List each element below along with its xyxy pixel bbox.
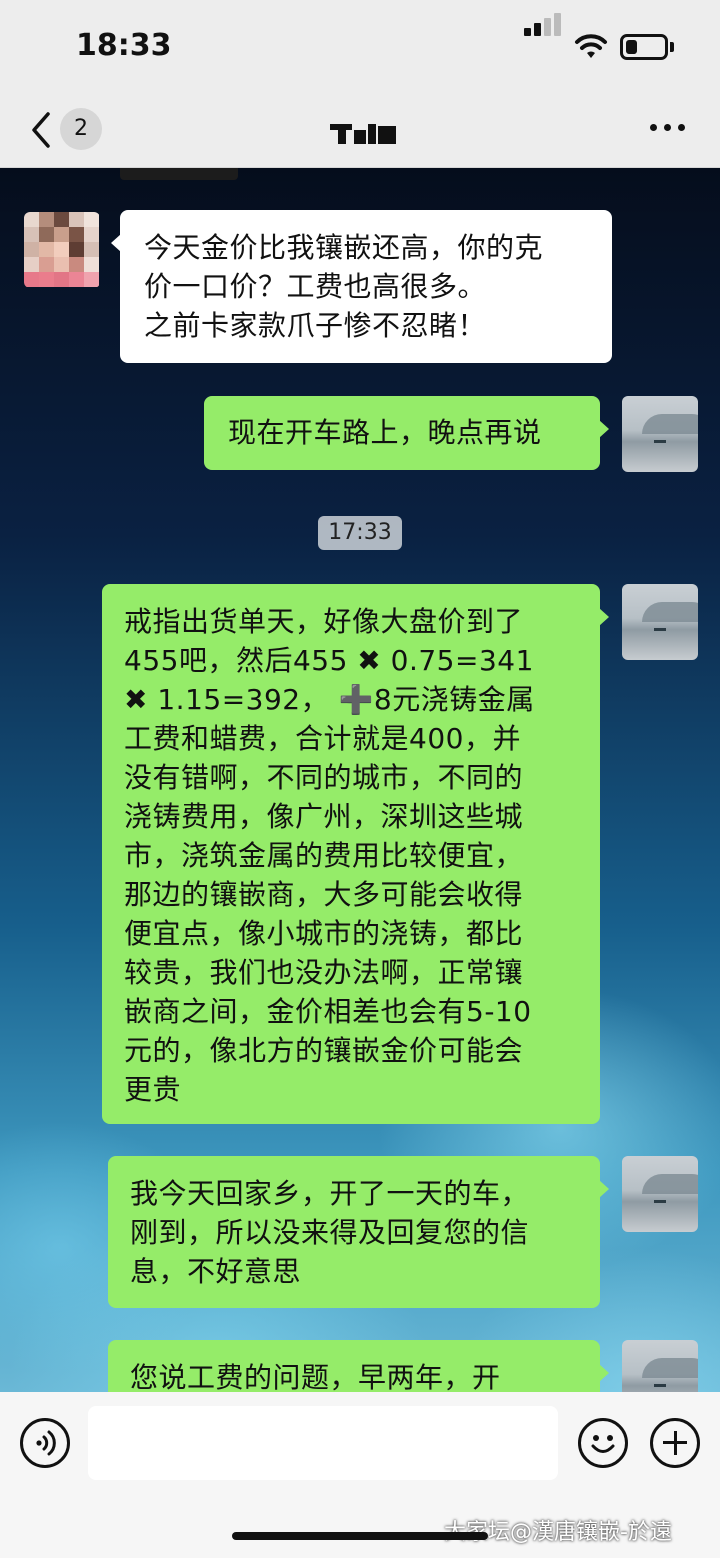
- bubble-tail: [111, 234, 121, 252]
- chat-header: 2: [0, 96, 720, 168]
- status-bar: 18:33: [0, 0, 720, 96]
- more-functions-button[interactable]: [650, 1418, 700, 1468]
- message-text-input[interactable]: [88, 1406, 558, 1480]
- message-line: 现在开车路上，晚点再说: [228, 416, 542, 449]
- message-input-bar: 大家坛@漢唐镶嵌-於遠: [0, 1392, 720, 1558]
- contact-name-redacted: [330, 122, 396, 144]
- battery-level: [626, 40, 637, 54]
- message-line: ✖ 1.15=392， ➕8元浇铸金属: [124, 683, 535, 716]
- message-bubble-sent[interactable]: 我今天回家乡，开了一天的车， 刚到，所以没来得及回复您的信 息，不好意思: [108, 1156, 609, 1308]
- header-shadow-artifact: [120, 168, 238, 180]
- wifi-icon: [575, 34, 607, 58]
- message-line: 工费和蜡费，合计就是400，并: [124, 722, 521, 755]
- my-avatar[interactable]: [622, 1340, 698, 1392]
- message-line: 息，不好意思: [130, 1255, 302, 1288]
- message-bubble-sent[interactable]: 您说工费的问题，早两年，开: [108, 1340, 609, 1392]
- smiley-icon: [591, 1435, 615, 1453]
- message-line: 没有错啊，不同的城市，不同的: [124, 761, 524, 794]
- my-avatar[interactable]: [622, 584, 698, 660]
- message-line: 之前卡家款爪子惨不忍睹！: [144, 309, 487, 342]
- message-line: 元的，像北方的镶嵌金价可能会: [124, 1034, 524, 1067]
- back-chevron-icon[interactable]: [28, 110, 54, 150]
- chat-timestamp: 17:33: [318, 516, 402, 550]
- plus-icon-vertical: [673, 1431, 677, 1455]
- unread-count-badge[interactable]: 2: [60, 108, 102, 150]
- message-line: 价一口价？工费也高很多。: [144, 270, 487, 303]
- chat-messages-area[interactable]: 今天金价比我镶嵌还高，你的克 价一口价？工费也高很多。 之前卡家款爪子惨不忍睹！…: [0, 168, 720, 1392]
- my-avatar[interactable]: [622, 396, 698, 472]
- message-line: 更贵: [124, 1073, 182, 1106]
- bubble-tail: [599, 1180, 609, 1198]
- forum-watermark: 大家坛@漢唐镶嵌-於遠: [444, 1520, 672, 1545]
- message-line: 刚到，所以没来得及回复您的信: [130, 1216, 530, 1249]
- message-line: 便宜点，像小城市的浇铸，都比: [124, 917, 524, 950]
- contact-avatar[interactable]: [24, 212, 100, 288]
- voice-input-button[interactable]: [20, 1418, 70, 1468]
- message-line: 您说工费的问题，早两年，开: [130, 1361, 501, 1392]
- home-indicator[interactable]: [232, 1532, 488, 1540]
- message-line: 我今天回家乡，开了一天的车，: [130, 1177, 530, 1210]
- voice-icon: [36, 1430, 56, 1456]
- bubble-tail: [599, 608, 609, 626]
- battery-icon: [620, 34, 668, 60]
- message-line: 那边的镶嵌商，大多可能会收得: [124, 878, 524, 911]
- message-line: 嵌商之间，金价相差也会有5-10: [124, 995, 532, 1028]
- message-line: 今天金价比我镶嵌还高，你的克: [144, 231, 544, 264]
- message-line: 浇铸费用，像广州，深圳这些城: [124, 800, 524, 833]
- message-bubble-sent[interactable]: 现在开车路上，晚点再说: [204, 396, 609, 470]
- message-line: 戒指出货单天，好像大盘价到了: [124, 605, 524, 638]
- message-line: 较贵，我们也没办法啊，正常镶: [124, 956, 524, 989]
- message-bubble-sent[interactable]: 戒指出货单天，好像大盘价到了 455吧，然后455 ✖ 0.75=341 ✖ 1…: [102, 584, 609, 1124]
- battery-tip: [670, 42, 674, 52]
- message-bubble-received[interactable]: 今天金价比我镶嵌还高，你的克 价一口价？工费也高很多。 之前卡家款爪子惨不忍睹！: [111, 210, 612, 363]
- emoji-button[interactable]: [578, 1418, 628, 1468]
- message-line: 455吧，然后455 ✖ 0.75=341: [124, 644, 534, 677]
- message-line: 市，浇筑金属的费用比较便宜，: [124, 839, 524, 872]
- my-avatar[interactable]: [622, 1156, 698, 1232]
- status-time: 18:33: [76, 28, 172, 63]
- bubble-tail: [599, 1364, 609, 1382]
- bubble-tail: [599, 420, 609, 438]
